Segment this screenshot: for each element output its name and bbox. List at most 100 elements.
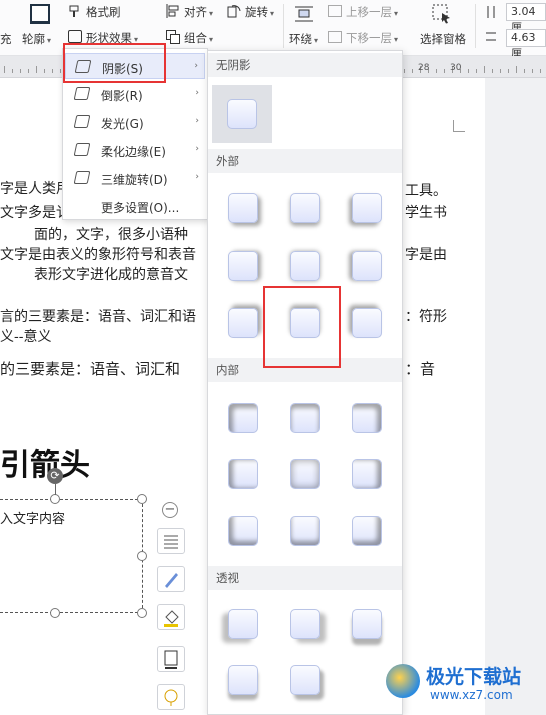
layout-options-button[interactable] <box>157 528 185 554</box>
doc-heading: 引箭头 <box>0 448 90 483</box>
collapse-icon[interactable]: − <box>162 502 178 518</box>
select-pane-button[interactable]: 选择窗格 <box>420 32 466 46</box>
format-brush-icon <box>68 5 80 17</box>
watermark-url: www.xz7.com <box>430 688 513 702</box>
resize-handle[interactable] <box>137 551 147 561</box>
caret-icon: ▾ <box>47 36 52 45</box>
ruler-tick <box>4 66 5 73</box>
resize-handle[interactable] <box>137 608 147 618</box>
section-label: 透视 <box>216 571 239 585</box>
shadow-preset-outer[interactable] <box>290 251 320 281</box>
doc-line: ：音 <box>405 360 436 378</box>
shadow-preset-inner[interactable] <box>228 403 258 433</box>
shadow-preset-inner[interactable] <box>228 459 258 489</box>
rotate-handle-icon[interactable]: ⟳ <box>47 468 63 484</box>
doc-line: 工具。 <box>405 183 447 199</box>
height-field[interactable]: 3.04厘 <box>506 3 546 34</box>
shadow-preset-perspective[interactable] <box>228 609 258 639</box>
shadow-gallery: 无阴影 外部 内部 透视 <box>207 50 403 715</box>
menu-item-reflection[interactable]: 倒影(R) › <box>65 81 205 107</box>
reflection-icon <box>73 87 91 100</box>
shape-effects-button[interactable]: 形状效果 ▾ <box>86 31 138 47</box>
align-button[interactable]: 对齐 ▾ <box>184 5 213 21</box>
ruler-tick <box>532 69 533 73</box>
shadow-preset-inner[interactable] <box>352 459 382 489</box>
caret-icon: ▾ <box>314 36 319 45</box>
shadow-preset-outer[interactable] <box>228 251 258 281</box>
width-field[interactable]: 4.63厘 <box>506 29 546 60</box>
ruler-tick <box>36 66 37 73</box>
ruler-tick <box>44 69 45 73</box>
shadow-preset-inner[interactable] <box>352 403 382 433</box>
doc-line: 言的三要素是：语音、词汇和语 <box>0 309 196 325</box>
move-down-button[interactable]: 下移一层 ▾ <box>346 31 398 47</box>
fill-button[interactable] <box>157 604 185 630</box>
shadow-preset-inner[interactable] <box>290 516 320 546</box>
shadow-preset-outer[interactable] <box>352 251 382 281</box>
ruler-tick <box>500 69 501 73</box>
ruler-tick <box>52 69 53 73</box>
soft-edges-icon <box>73 143 91 156</box>
menu-item-more-settings[interactable]: 更多设置(O)... <box>65 193 205 219</box>
shadow-preset-outer[interactable] <box>228 308 258 338</box>
no-shadow-option[interactable] <box>212 85 272 143</box>
shadow-preset-inner[interactable] <box>290 459 320 489</box>
watermark: 极光下载站 www.xz7.com <box>386 660 544 710</box>
section-label: 外部 <box>216 154 239 168</box>
menu-item-label: 三维旋转(D) <box>101 173 168 187</box>
shadow-preset-perspective[interactable] <box>290 609 320 639</box>
shadow-preset-inner[interactable] <box>228 516 258 546</box>
menu-item-soft-edges[interactable]: 柔化边缘(E) › <box>65 137 205 163</box>
ruler-tick <box>508 69 509 73</box>
rotate-button[interactable]: 旋转 ▾ <box>245 5 274 21</box>
outline-button[interactable]: 轮廓 ▾ <box>22 32 51 48</box>
width-icon <box>486 31 496 43</box>
format-brush-button[interactable]: 格式刷 <box>86 5 121 19</box>
shape-effects-menu: 阴影(S) › 倒影(R) › 发光(G) › 柔化边缘(E) › 三维旋转(D… <box>62 48 208 220</box>
shadow-preset-outer[interactable] <box>352 193 382 223</box>
shadow-preset-inner[interactable] <box>352 516 382 546</box>
section-no-shadow: 无阴影 <box>208 53 402 77</box>
shadow-preset-outer-top[interactable] <box>290 308 320 338</box>
group-button[interactable]: 组合 ▾ <box>184 31 213 47</box>
effect-icon <box>164 689 178 706</box>
menu-item-glow[interactable]: 发光(G) › <box>65 109 205 135</box>
resize-handle[interactable] <box>50 608 60 618</box>
group-label: 组合 <box>184 31 207 45</box>
textbox-content[interactable]: 入文字内容 <box>0 508 65 527</box>
menu-item-shadow[interactable]: 阴影(S) › <box>65 53 205 79</box>
shadow-preset-outer[interactable] <box>290 193 320 223</box>
effect-button[interactable] <box>157 684 185 710</box>
wrap-label: 环绕 <box>289 32 312 46</box>
resize-handle[interactable] <box>50 494 60 504</box>
shadow-preset-perspective[interactable] <box>290 665 320 695</box>
fill-label-fragment[interactable]: 充 <box>0 32 12 46</box>
menu-item-3d-rotation[interactable]: 三维旋转(D) › <box>65 165 205 191</box>
outline-tool-button[interactable] <box>157 646 185 672</box>
ruler-tick <box>540 69 541 73</box>
selected-textbox[interactable]: 入文字内容 <box>0 499 143 613</box>
shadow-preset-inner[interactable] <box>290 403 320 433</box>
ruler-tick <box>20 69 21 73</box>
resize-handle[interactable] <box>137 494 147 504</box>
outline-tool-icon <box>164 650 178 669</box>
watermark-logo <box>386 664 420 698</box>
submenu-arrow-icon: › <box>195 116 199 126</box>
glow-icon <box>73 115 91 128</box>
shadow-preset-perspective[interactable] <box>228 665 258 695</box>
ruler-tick <box>492 69 493 73</box>
wrap-button[interactable]: 环绕 ▾ <box>289 32 318 48</box>
align-label: 对齐 <box>184 5 207 19</box>
shadow-preset-outer[interactable] <box>228 193 258 223</box>
doc-line: 文字是由表义的象形符号和表音 <box>0 247 196 263</box>
shape-style-button[interactable] <box>157 566 185 592</box>
menu-item-label: 阴影(S) <box>102 62 143 76</box>
3d-rotation-icon <box>73 171 91 184</box>
align-icon <box>166 4 180 18</box>
shadow-preset-perspective[interactable] <box>352 609 382 639</box>
shadow-preset-outer[interactable] <box>352 308 382 338</box>
layout-options-icon <box>164 535 178 549</box>
caret-icon: ▾ <box>394 9 399 18</box>
move-up-button[interactable]: 上移一层 ▾ <box>346 5 398 21</box>
doc-line: 义--意义 <box>0 329 52 345</box>
